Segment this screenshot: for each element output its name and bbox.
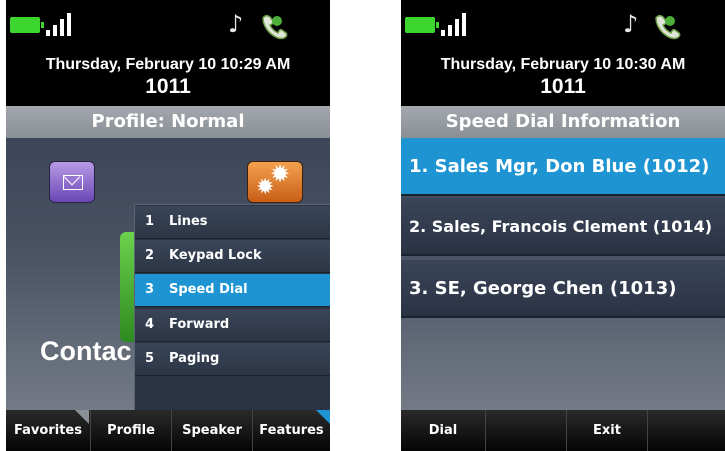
menu-item-label: Forward [169, 317, 230, 332]
speed-dial-item-3[interactable]: 3. SE, George Chen (1013) [401, 260, 725, 318]
battery-icon [405, 17, 439, 33]
menu-item-label: Lines [169, 214, 208, 229]
signal-icon [46, 12, 76, 36]
music-note-icon: ♪ [623, 10, 639, 38]
settings-icon[interactable]: ✹ ✹ [248, 160, 302, 202]
speed-dial-item-1[interactable]: 1. Sales Mgr, Don Blue (1012) [401, 138, 725, 196]
extension-number: 1011 [540, 75, 586, 98]
status-bar: ♪ [6, 0, 330, 50]
softkey-speaker[interactable]: Speaker [172, 410, 253, 451]
date-time-area: Thursday, February 10 10:29 AM 1011 [6, 50, 330, 106]
menu-item-forward[interactable]: 4 Forward [135, 309, 330, 342]
menu-item-label: Paging [169, 351, 220, 366]
menu-item-label: Speed Dial [169, 282, 248, 297]
menu-item-keypad-lock[interactable]: 2 Keypad Lock [135, 240, 330, 273]
battery-icon [10, 17, 44, 33]
features-menu: 1 Lines 2 Keypad Lock 3 Speed Dial 4 For… [134, 204, 330, 416]
phone-screen-profile: ♪ Thursday, February 10 10:29 AM 1011 Pr… [6, 0, 330, 451]
handset-icon [655, 14, 681, 40]
home-content: ✹ ✹ Contac 1 Lines 2 Keypad Lock 3 Speed… [6, 138, 330, 416]
speed-dial-item-2[interactable]: 2. Sales, Francois Clement (1014) [401, 198, 725, 256]
date-time: Thursday, February 10 10:30 AM [440, 56, 686, 73]
signal-icon [441, 12, 471, 36]
menu-item-label: Keypad Lock [169, 248, 262, 263]
mail-icon[interactable] [50, 162, 94, 202]
softkey-selected-corner [316, 410, 330, 424]
menu-item-number: 3 [145, 282, 155, 297]
date-time: Thursday, February 10 10:29 AM [45, 56, 291, 73]
speed-dial-header: Speed Dial Information [401, 106, 725, 138]
softkey-profile[interactable]: Profile [91, 410, 172, 451]
softkey-bar: Favorites Profile Speaker Features [6, 410, 330, 451]
date-time-area: Thursday, February 10 10:30 AM 1011 [401, 50, 725, 106]
softkey-empty-4[interactable] [648, 410, 725, 451]
phone-screen-speed-dial: ♪ Thursday, February 10 10:30 AM 1011 Sp… [401, 0, 725, 451]
menu-item-number: 1 [145, 214, 155, 229]
contacts-label: Contac [40, 336, 132, 366]
profile-header: Profile: Normal [6, 106, 330, 138]
menu-item-paging[interactable]: 5 Paging [135, 343, 330, 376]
speed-dial-list: 1. Sales Mgr, Don Blue (1012) 2. Sales, … [401, 138, 725, 410]
handset-icon [262, 14, 288, 40]
menu-item-speed-dial[interactable]: 3 Speed Dial [135, 274, 330, 307]
softkey-tab-corner [75, 410, 89, 424]
extension-number: 1011 [145, 75, 191, 98]
menu-item-lines[interactable]: 1 Lines [135, 206, 330, 239]
softkey-dial[interactable]: Dial [401, 410, 486, 451]
menu-item-number: 4 [145, 317, 155, 332]
softkey-exit[interactable]: Exit [567, 410, 648, 451]
softkey-empty-2[interactable] [486, 410, 567, 451]
status-bar: ♪ [401, 0, 725, 50]
softkey-bar: Dial Exit [401, 410, 725, 451]
music-note-icon: ♪ [228, 10, 244, 38]
menu-item-number: 5 [145, 351, 155, 366]
menu-item-number: 2 [145, 248, 155, 263]
